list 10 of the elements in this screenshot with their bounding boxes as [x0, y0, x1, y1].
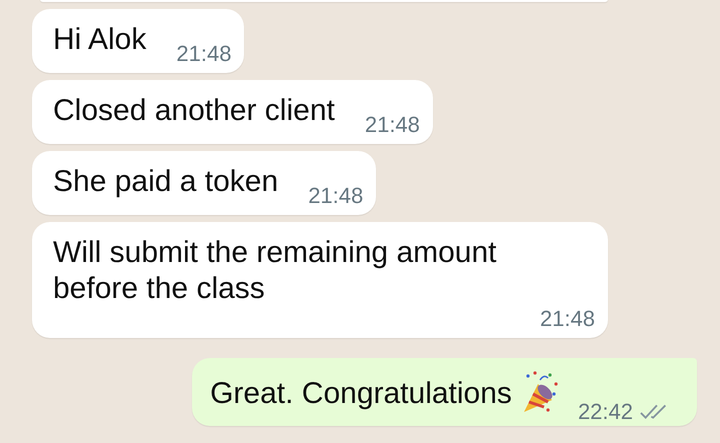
message-text: Hi Alok	[53, 22, 146, 58]
message-time: 21:48	[364, 113, 420, 137]
message-time: 22:42	[578, 400, 633, 424]
message-text: Closed another client	[53, 93, 335, 129]
message-text: She paid a token	[53, 164, 278, 200]
message-time: 21:48	[176, 42, 232, 66]
message-text: Will submit the remaining amount before the class	[53, 235, 498, 307]
message-time: 21:48	[308, 184, 364, 208]
message-time: 21:48	[540, 307, 595, 331]
message-text: Great. Congratulations	[210, 376, 512, 412]
